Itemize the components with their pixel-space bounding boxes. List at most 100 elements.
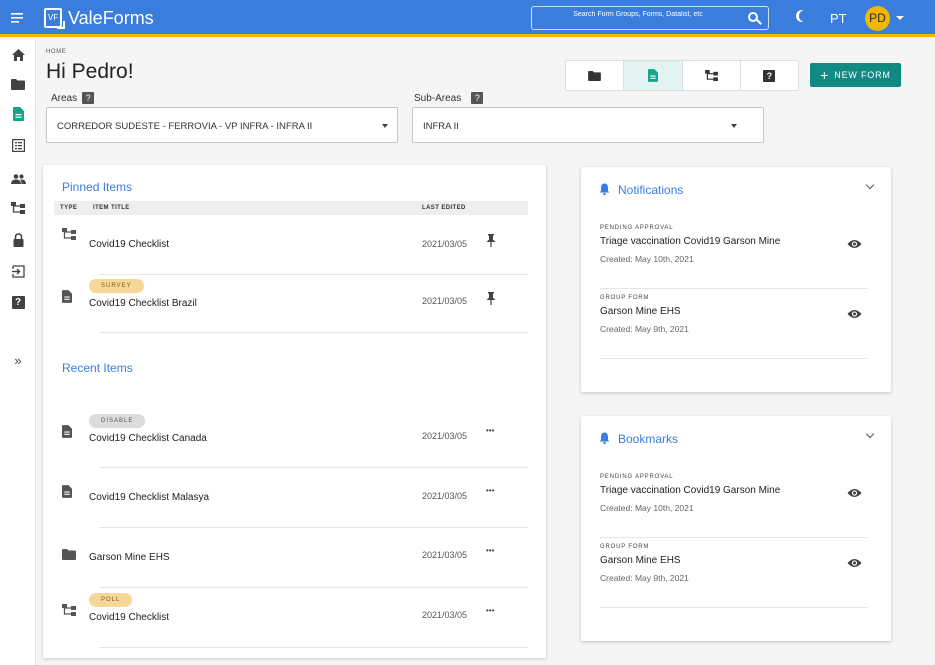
- document-icon: [12, 107, 24, 121]
- bookmark-item[interactable]: GROUP FORM Garson Mine EHS Created: May …: [600, 544, 868, 614]
- bell-icon: [599, 432, 610, 444]
- item-divider: [600, 358, 868, 359]
- hierarchy-icon: [62, 604, 76, 616]
- row-title[interactable]: Covid19 Checklist: [89, 612, 169, 623]
- user-avatar[interactable]: PD: [865, 6, 890, 31]
- document-icon: [647, 69, 658, 82]
- eye-icon[interactable]: [847, 239, 862, 249]
- plus-icon: +: [820, 67, 830, 83]
- table-row[interactable]: SURVEY Covid19 Checklist Brazil 2021/03/…: [54, 273, 528, 333]
- sidebar-item-forms[interactable]: [4, 101, 32, 127]
- table-row[interactable]: POLL Covid19 Checklist 2021/03/05 •••: [54, 588, 528, 648]
- sub-areas-label: Sub-Areas ?: [414, 92, 484, 104]
- help-icon[interactable]: ?: [82, 92, 95, 104]
- table-row[interactable]: Covid19 Checklist 2021/03/05: [54, 215, 528, 275]
- sidebar: ? »: [0, 40, 36, 665]
- chevron-down-icon: [382, 124, 388, 128]
- bookmark-kind: PENDING APPROVAL: [600, 474, 674, 480]
- sidebar-item-datalists[interactable]: [4, 132, 32, 158]
- page-title: Hi Pedro!: [46, 60, 134, 83]
- view-forms-button[interactable]: [624, 61, 683, 90]
- chevron-down-icon[interactable]: [865, 180, 875, 190]
- document-icon: [62, 290, 72, 303]
- notification-item[interactable]: GROUP FORM Garson Mine EHS Created: May …: [600, 295, 868, 365]
- hierarchy-icon: [62, 228, 76, 240]
- document-icon: [62, 425, 72, 438]
- sidebar-item-security[interactable]: [4, 227, 32, 253]
- view-folders-button[interactable]: [566, 61, 625, 90]
- bookmark-item[interactable]: PENDING APPROVAL Triage vaccination Covi…: [600, 474, 868, 544]
- bell-icon: [599, 183, 610, 195]
- bookmarks-card: Bookmarks PENDING APPROVAL Triage vaccin…: [581, 416, 891, 641]
- row-title[interactable]: Covid19 Checklist Brazil: [89, 298, 197, 309]
- item-divider: [600, 288, 868, 289]
- folder-icon: [11, 78, 25, 90]
- pinned-items-title: Pinned Items: [62, 180, 133, 194]
- eye-icon[interactable]: [847, 309, 862, 319]
- row-title[interactable]: Covid19 Checklist: [89, 239, 169, 250]
- lock-icon: [13, 233, 23, 247]
- row-title[interactable]: Covid19 Checklist Malasya: [89, 492, 209, 503]
- search-box[interactable]: [531, 6, 769, 30]
- chevron-down-icon[interactable]: [865, 429, 875, 439]
- eye-icon[interactable]: [847, 488, 862, 498]
- table-row[interactable]: DISABLE Covid19 Checklist Canada 2021/03…: [54, 408, 528, 468]
- notification-title: Garson Mine EHS: [600, 306, 681, 317]
- sidebar-item-folders[interactable]: [4, 71, 32, 97]
- app-title: ValeForms: [68, 8, 154, 28]
- areas-select[interactable]: CORREDOR SUDESTE - FERROVIA - VP INFRA -…: [46, 107, 398, 143]
- bookmark-kind: GROUP FORM: [600, 544, 650, 550]
- sidebar-item-workflows[interactable]: [4, 195, 32, 221]
- hamburger-menu-icon[interactable]: [8, 9, 26, 27]
- language-switch[interactable]: PT: [830, 11, 847, 26]
- new-form-button[interactable]: + NEW FORM: [810, 63, 901, 87]
- view-workflows-button[interactable]: [683, 61, 741, 90]
- expand-icon: »: [14, 352, 22, 368]
- sidebar-item-help[interactable]: ?: [4, 289, 32, 315]
- notifications-card: Notifications PENDING APPROVAL Triage va…: [581, 167, 891, 392]
- sidebar-expand-button[interactable]: »: [4, 347, 32, 373]
- notification-date: Created: May 9th, 2021: [600, 324, 689, 334]
- bookmark-date: Created: May 9th, 2021: [600, 573, 689, 583]
- more-options-icon[interactable]: •••: [486, 486, 494, 495]
- eye-icon[interactable]: [847, 558, 862, 568]
- status-badge: POLL: [89, 593, 133, 607]
- help-icon: ?: [11, 295, 25, 309]
- sidebar-item-users[interactable]: [4, 166, 32, 192]
- more-options-icon[interactable]: •••: [486, 546, 494, 555]
- table-row[interactable]: Covid19 Checklist Malasya 2021/03/05 •••: [54, 468, 528, 528]
- search-input[interactable]: [538, 11, 738, 18]
- notification-kind: PENDING APPROVAL: [600, 225, 674, 231]
- row-date: 2021/03/05: [422, 491, 468, 501]
- hierarchy-icon: [704, 70, 718, 81]
- document-icon: [62, 485, 72, 498]
- hierarchy-icon: [11, 202, 25, 214]
- view-toggle-group: ?: [565, 60, 799, 91]
- row-date: 2021/03/05: [422, 431, 468, 441]
- dark-mode-icon[interactable]: [799, 10, 811, 22]
- pin-icon[interactable]: [486, 292, 496, 305]
- more-options-icon[interactable]: •••: [486, 426, 494, 435]
- row-date: 2021/03/05: [422, 550, 468, 560]
- item-divider: [600, 607, 868, 608]
- sidebar-item-logout[interactable]: [4, 258, 32, 284]
- notification-item[interactable]: PENDING APPROVAL Triage vaccination Covi…: [600, 225, 868, 295]
- table-row[interactable]: Garson Mine EHS 2021/03/05 •••: [54, 528, 528, 588]
- help-icon[interactable]: ?: [471, 92, 484, 104]
- row-title[interactable]: Covid19 Checklist Canada: [89, 433, 207, 444]
- sub-areas-select[interactable]: INFRA II: [412, 107, 764, 143]
- recent-items-title: Recent Items: [62, 361, 133, 375]
- sidebar-item-home[interactable]: [4, 42, 32, 68]
- row-title[interactable]: Garson Mine EHS: [89, 552, 170, 563]
- chevron-down-icon[interactable]: [896, 16, 904, 20]
- column-type: TYPE: [60, 205, 78, 211]
- breadcrumb[interactable]: HOME: [46, 49, 66, 55]
- pin-icon[interactable]: [486, 234, 496, 247]
- row-date: 2021/03/05: [422, 239, 468, 249]
- more-options-icon[interactable]: •••: [486, 606, 494, 615]
- view-help-button[interactable]: ?: [741, 61, 798, 90]
- chevron-down-icon: [731, 124, 737, 128]
- search-icon[interactable]: [748, 12, 758, 22]
- exit-icon: [11, 264, 25, 278]
- row-date: 2021/03/05: [422, 296, 468, 306]
